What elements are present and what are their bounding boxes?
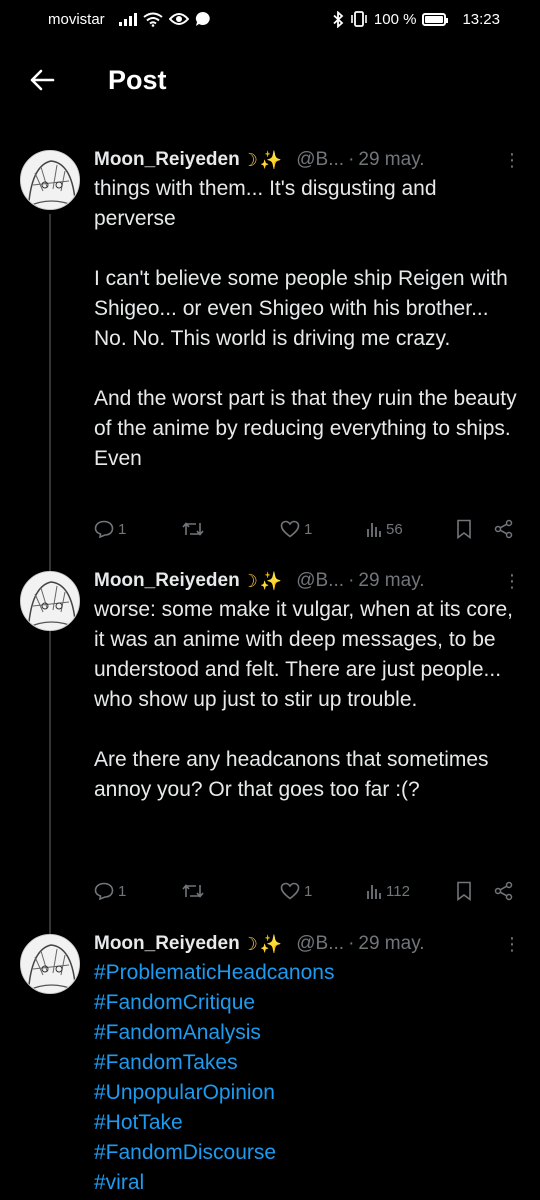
post-body: Moon_Reiyeden ☽ ✨ @B... · 29 may. ⋮ thin… bbox=[94, 146, 524, 474]
hashtag-link[interactable]: #FandomCritique bbox=[94, 988, 524, 1018]
views-count: 56 bbox=[386, 520, 403, 538]
separator-dot: · bbox=[348, 149, 355, 170]
post-header: Moon_Reiyeden ☽ ✨ @B... · 29 may. ⋮ bbox=[94, 930, 524, 958]
status-bar: movistar 100 % 13:23 bbox=[0, 0, 540, 38]
repost-button[interactable] bbox=[182, 520, 280, 538]
like-button[interactable]: 1 bbox=[280, 882, 366, 900]
separator-dot: · bbox=[348, 933, 355, 954]
views-button[interactable]: 56 bbox=[366, 520, 456, 538]
sparkles-icon: ✨ bbox=[259, 149, 283, 170]
reply-count: 1 bbox=[118, 520, 127, 538]
hashtag-link[interactable]: #FandomAnalysis bbox=[94, 1018, 524, 1048]
repost-icon bbox=[182, 884, 204, 898]
more-options-icon[interactable]: ⋮ bbox=[500, 151, 524, 169]
like-icon bbox=[280, 520, 300, 538]
views-icon bbox=[367, 885, 381, 899]
repost-button[interactable] bbox=[182, 882, 280, 900]
carrier-label: movistar bbox=[48, 10, 105, 28]
like-icon bbox=[280, 882, 300, 900]
share-icon bbox=[494, 881, 513, 901]
reply-icon bbox=[94, 520, 114, 538]
reply-button[interactable]: 1 bbox=[94, 520, 182, 538]
post-body: Moon_Reiyeden ☽ ✨ @B... · 29 may. ⋮ #Pro… bbox=[94, 930, 524, 1198]
author-name[interactable]: Moon_Reiyeden bbox=[94, 570, 240, 592]
sparkles-icon: ✨ bbox=[259, 933, 283, 954]
author-handle[interactable]: @B... bbox=[296, 570, 344, 592]
hashtag-link[interactable]: #UnpopularOpinion bbox=[94, 1078, 524, 1108]
repost-icon bbox=[182, 522, 204, 536]
hashtag-link[interactable]: #FandomDiscourse bbox=[94, 1138, 524, 1168]
post-date[interactable]: 29 may. bbox=[358, 933, 424, 955]
avatar[interactable] bbox=[20, 934, 80, 994]
more-options-icon[interactable]: ⋮ bbox=[500, 935, 524, 953]
share-button[interactable] bbox=[494, 881, 514, 901]
bookmark-button[interactable] bbox=[456, 881, 494, 901]
author-name[interactable]: Moon_Reiyeden bbox=[94, 149, 240, 171]
author-handle[interactable]: @B... bbox=[296, 933, 344, 955]
app-header: Post bbox=[0, 48, 540, 112]
back-arrow-icon bbox=[30, 69, 55, 91]
post-body: Moon_Reiyeden ☽ ✨ @B... · 29 may. ⋮ wors… bbox=[94, 567, 524, 805]
sparkles-icon: ✨ bbox=[259, 570, 283, 591]
status-right: 100 % 13:23 bbox=[332, 10, 500, 28]
crescent-moon-icon: ☽ bbox=[241, 149, 258, 170]
bluetooth-icon bbox=[333, 10, 344, 28]
status-left: movistar bbox=[48, 11, 211, 28]
bookmark-icon bbox=[457, 881, 471, 901]
bookmark-button[interactable] bbox=[456, 519, 494, 539]
crescent-moon-icon: ☽ bbox=[241, 933, 258, 954]
author-name[interactable]: Moon_Reiyeden bbox=[94, 933, 240, 955]
author-handle[interactable]: @B... bbox=[296, 149, 344, 171]
post-date[interactable]: 29 may. bbox=[358, 570, 424, 592]
post-date[interactable]: 29 may. bbox=[358, 149, 424, 171]
like-button[interactable]: 1 bbox=[280, 520, 366, 538]
views-icon bbox=[367, 523, 381, 537]
post-text: worse: some make it vulgar, when at its … bbox=[94, 598, 514, 801]
post-text: things with them... It's disgusting and … bbox=[94, 177, 517, 470]
reply-button[interactable]: 1 bbox=[94, 882, 182, 900]
post-header: Moon_Reiyeden ☽ ✨ @B... · 29 may. ⋮ bbox=[94, 146, 524, 174]
hashtag-link[interactable]: #HotTake bbox=[94, 1108, 524, 1138]
signal-icon bbox=[118, 12, 137, 26]
crescent-moon-icon: ☽ bbox=[241, 570, 258, 591]
vibrate-icon bbox=[351, 11, 367, 27]
bookmark-icon bbox=[457, 519, 471, 539]
share-button[interactable] bbox=[494, 519, 514, 539]
back-button[interactable] bbox=[14, 52, 70, 108]
hashtag-link[interactable]: #FandomTakes bbox=[94, 1048, 524, 1078]
avatar[interactable] bbox=[20, 571, 80, 631]
clock: 13:23 bbox=[462, 10, 500, 28]
wifi-icon bbox=[143, 12, 163, 27]
eye-icon bbox=[168, 13, 189, 25]
battery-percent: 100 % bbox=[373, 10, 417, 28]
separator-dot: · bbox=[348, 570, 355, 591]
reply-icon bbox=[94, 882, 114, 900]
post-header: Moon_Reiyeden ☽ ✨ @B... · 29 may. ⋮ bbox=[94, 567, 524, 595]
chat-icon bbox=[195, 11, 210, 26]
like-count: 1 bbox=[304, 882, 313, 900]
hashtag-link[interactable]: #ProblematicHeadcanons bbox=[94, 958, 524, 988]
battery-icon bbox=[422, 12, 449, 26]
like-count: 1 bbox=[304, 520, 313, 538]
reply-count: 1 bbox=[118, 882, 127, 900]
hashtag-link[interactable]: #viral bbox=[94, 1168, 524, 1198]
avatar[interactable] bbox=[20, 150, 80, 210]
views-count: 112 bbox=[386, 882, 410, 900]
post-actions: 1 1 56 bbox=[94, 514, 514, 544]
post-actions: 1 1 112 bbox=[94, 876, 514, 906]
share-icon bbox=[494, 519, 513, 539]
hashtag-list: #ProblematicHeadcanons #FandomCritique #… bbox=[94, 958, 524, 1198]
more-options-icon[interactable]: ⋮ bbox=[500, 572, 524, 590]
page-title: Post bbox=[108, 64, 167, 95]
views-button[interactable]: 112 bbox=[366, 882, 456, 900]
